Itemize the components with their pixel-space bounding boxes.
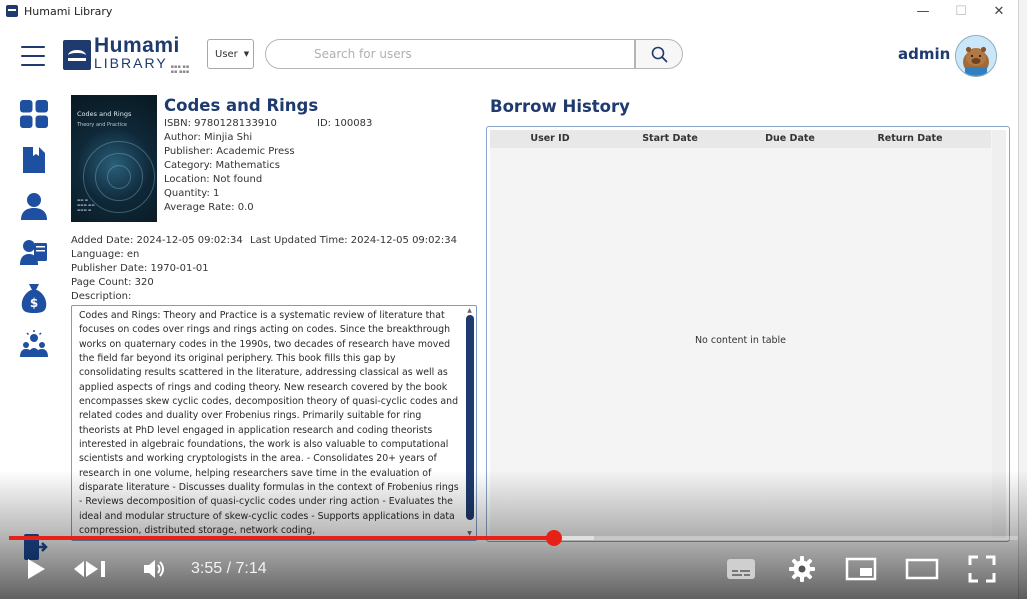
- search-filter-value: User: [215, 48, 238, 60]
- book-isbn: ISBN: 9780128133910: [164, 118, 277, 129]
- video-progress-fill: [9, 536, 554, 540]
- dashboard-icon: [20, 100, 48, 128]
- gear-icon: [789, 556, 815, 582]
- logo-subtitle: LIBRARY: [94, 54, 168, 71]
- cover-authors-mark: ▬▬ ▬ ▬▬▬ ▬▬ ▬▬▬ ▬: [77, 198, 95, 212]
- minimize-button[interactable]: —: [904, 0, 942, 22]
- book-cover-image: Codes and Rings Theory and Practice ▬▬ ▬…: [71, 95, 157, 222]
- sidebar-item-dashboard[interactable]: [18, 98, 50, 130]
- play-icon: [28, 559, 45, 579]
- svg-text:$: $: [30, 296, 38, 310]
- search-filter-select[interactable]: User ▼: [207, 39, 254, 69]
- username-label[interactable]: admin: [898, 45, 950, 63]
- money-bag-icon: $: [21, 284, 47, 313]
- reader-icon: [20, 240, 47, 265]
- chevron-down-icon: ▼: [243, 50, 250, 58]
- volume-button[interactable]: [138, 553, 170, 585]
- column-user-id[interactable]: User ID: [490, 130, 610, 148]
- theater-mode-icon: [905, 558, 939, 580]
- capybara-avatar-icon: [956, 36, 996, 76]
- book-author: Author: Minjia Shi: [164, 132, 253, 143]
- book-average-rate: Average Rate: 0.0: [164, 202, 254, 213]
- table-header: User ID Start Date Due Date Return Date: [490, 130, 991, 148]
- logo-tagline-mark: ▪▪▪ ▪▪ ▪▪ ▪▪▪: [170, 63, 190, 75]
- avatar[interactable]: [955, 35, 997, 77]
- book-language: Language: en: [71, 249, 140, 260]
- video-progress-bar[interactable]: [9, 530, 1018, 546]
- column-start-date[interactable]: Start Date: [610, 130, 730, 148]
- book-quantity: Quantity: 1: [164, 188, 220, 199]
- sidebar-item-readers[interactable]: [18, 236, 50, 268]
- book-category: Category: Mathematics: [164, 160, 280, 171]
- community-icon: [20, 330, 48, 357]
- search-box[interactable]: [265, 39, 635, 69]
- settings-button[interactable]: [786, 553, 818, 585]
- borrow-history-title: Borrow History: [490, 97, 630, 116]
- book-page-count: Page Count: 320: [71, 277, 154, 288]
- search-button[interactable]: [635, 39, 683, 69]
- scroll-up-icon[interactable]: ▲: [465, 307, 474, 314]
- app-logo-icon: [6, 5, 18, 17]
- book-publisher: Publisher: Academic Press: [164, 146, 295, 157]
- search-icon: [651, 46, 667, 62]
- app-header: Humami LIBRARY ▪▪▪ ▪▪▪▪ ▪▪▪ User ▼ admin: [0, 28, 1018, 84]
- captions-button[interactable]: [724, 553, 758, 585]
- play-button[interactable]: [20, 553, 52, 585]
- description-label: Description:: [71, 291, 132, 302]
- miniplayer-button[interactable]: [844, 553, 878, 585]
- book-last-updated: Last Updated Time: 2024-12-05 09:02:34: [250, 235, 457, 246]
- fullscreen-button[interactable]: [966, 553, 998, 585]
- window-title: Humami Library: [24, 4, 113, 18]
- maximize-button[interactable]: ☐: [942, 0, 980, 22]
- video-time: 3:55 / 7:14: [191, 560, 267, 577]
- cover-subtitle: Theory and Practice: [77, 122, 127, 128]
- next-icon: [74, 561, 105, 577]
- close-button[interactable]: ✕: [980, 0, 1018, 22]
- book-id: ID: 100083: [317, 118, 373, 129]
- book-logo-icon: [63, 40, 91, 70]
- book-icon: [23, 147, 45, 173]
- captions-icon: [727, 559, 755, 579]
- column-due-date[interactable]: Due Date: [730, 130, 850, 148]
- title-bar: Humami Library — ☐ ✕: [0, 0, 1018, 22]
- book-location: Location: Not found: [164, 174, 263, 185]
- next-button[interactable]: [70, 553, 110, 585]
- left-sidebar: $: [18, 98, 52, 374]
- volume-icon: [144, 560, 164, 578]
- book-added-date: Added Date: 2024-12-05 09:02:34: [71, 235, 243, 246]
- cover-title: Codes and Rings: [77, 110, 132, 118]
- sidebar-item-books[interactable]: [18, 144, 50, 176]
- book-publisher-date: Publisher Date: 1970-01-01: [71, 263, 209, 274]
- library-logo: Humami LIBRARY ▪▪▪ ▪▪ ▪▪ ▪▪▪: [63, 33, 195, 75]
- miniplayer-icon: [845, 557, 877, 581]
- search-input[interactable]: [312, 46, 616, 62]
- window-controls: — ☐ ✕: [904, 0, 1018, 22]
- video-scrubber-handle[interactable]: [545, 530, 562, 546]
- table-empty-message: No content in table: [694, 335, 787, 346]
- user-icon: [21, 193, 47, 220]
- menu-icon[interactable]: [21, 46, 45, 66]
- column-return-date[interactable]: Return Date: [850, 130, 970, 148]
- book-title: Codes and Rings: [164, 96, 319, 115]
- logo-title: Humami: [94, 33, 180, 57]
- fullscreen-icon: [968, 555, 996, 583]
- sidebar-item-fines[interactable]: $: [18, 282, 50, 314]
- theater-mode-button[interactable]: [904, 553, 940, 585]
- sidebar-item-community[interactable]: [18, 328, 50, 360]
- sidebar-item-users[interactable]: [18, 190, 50, 222]
